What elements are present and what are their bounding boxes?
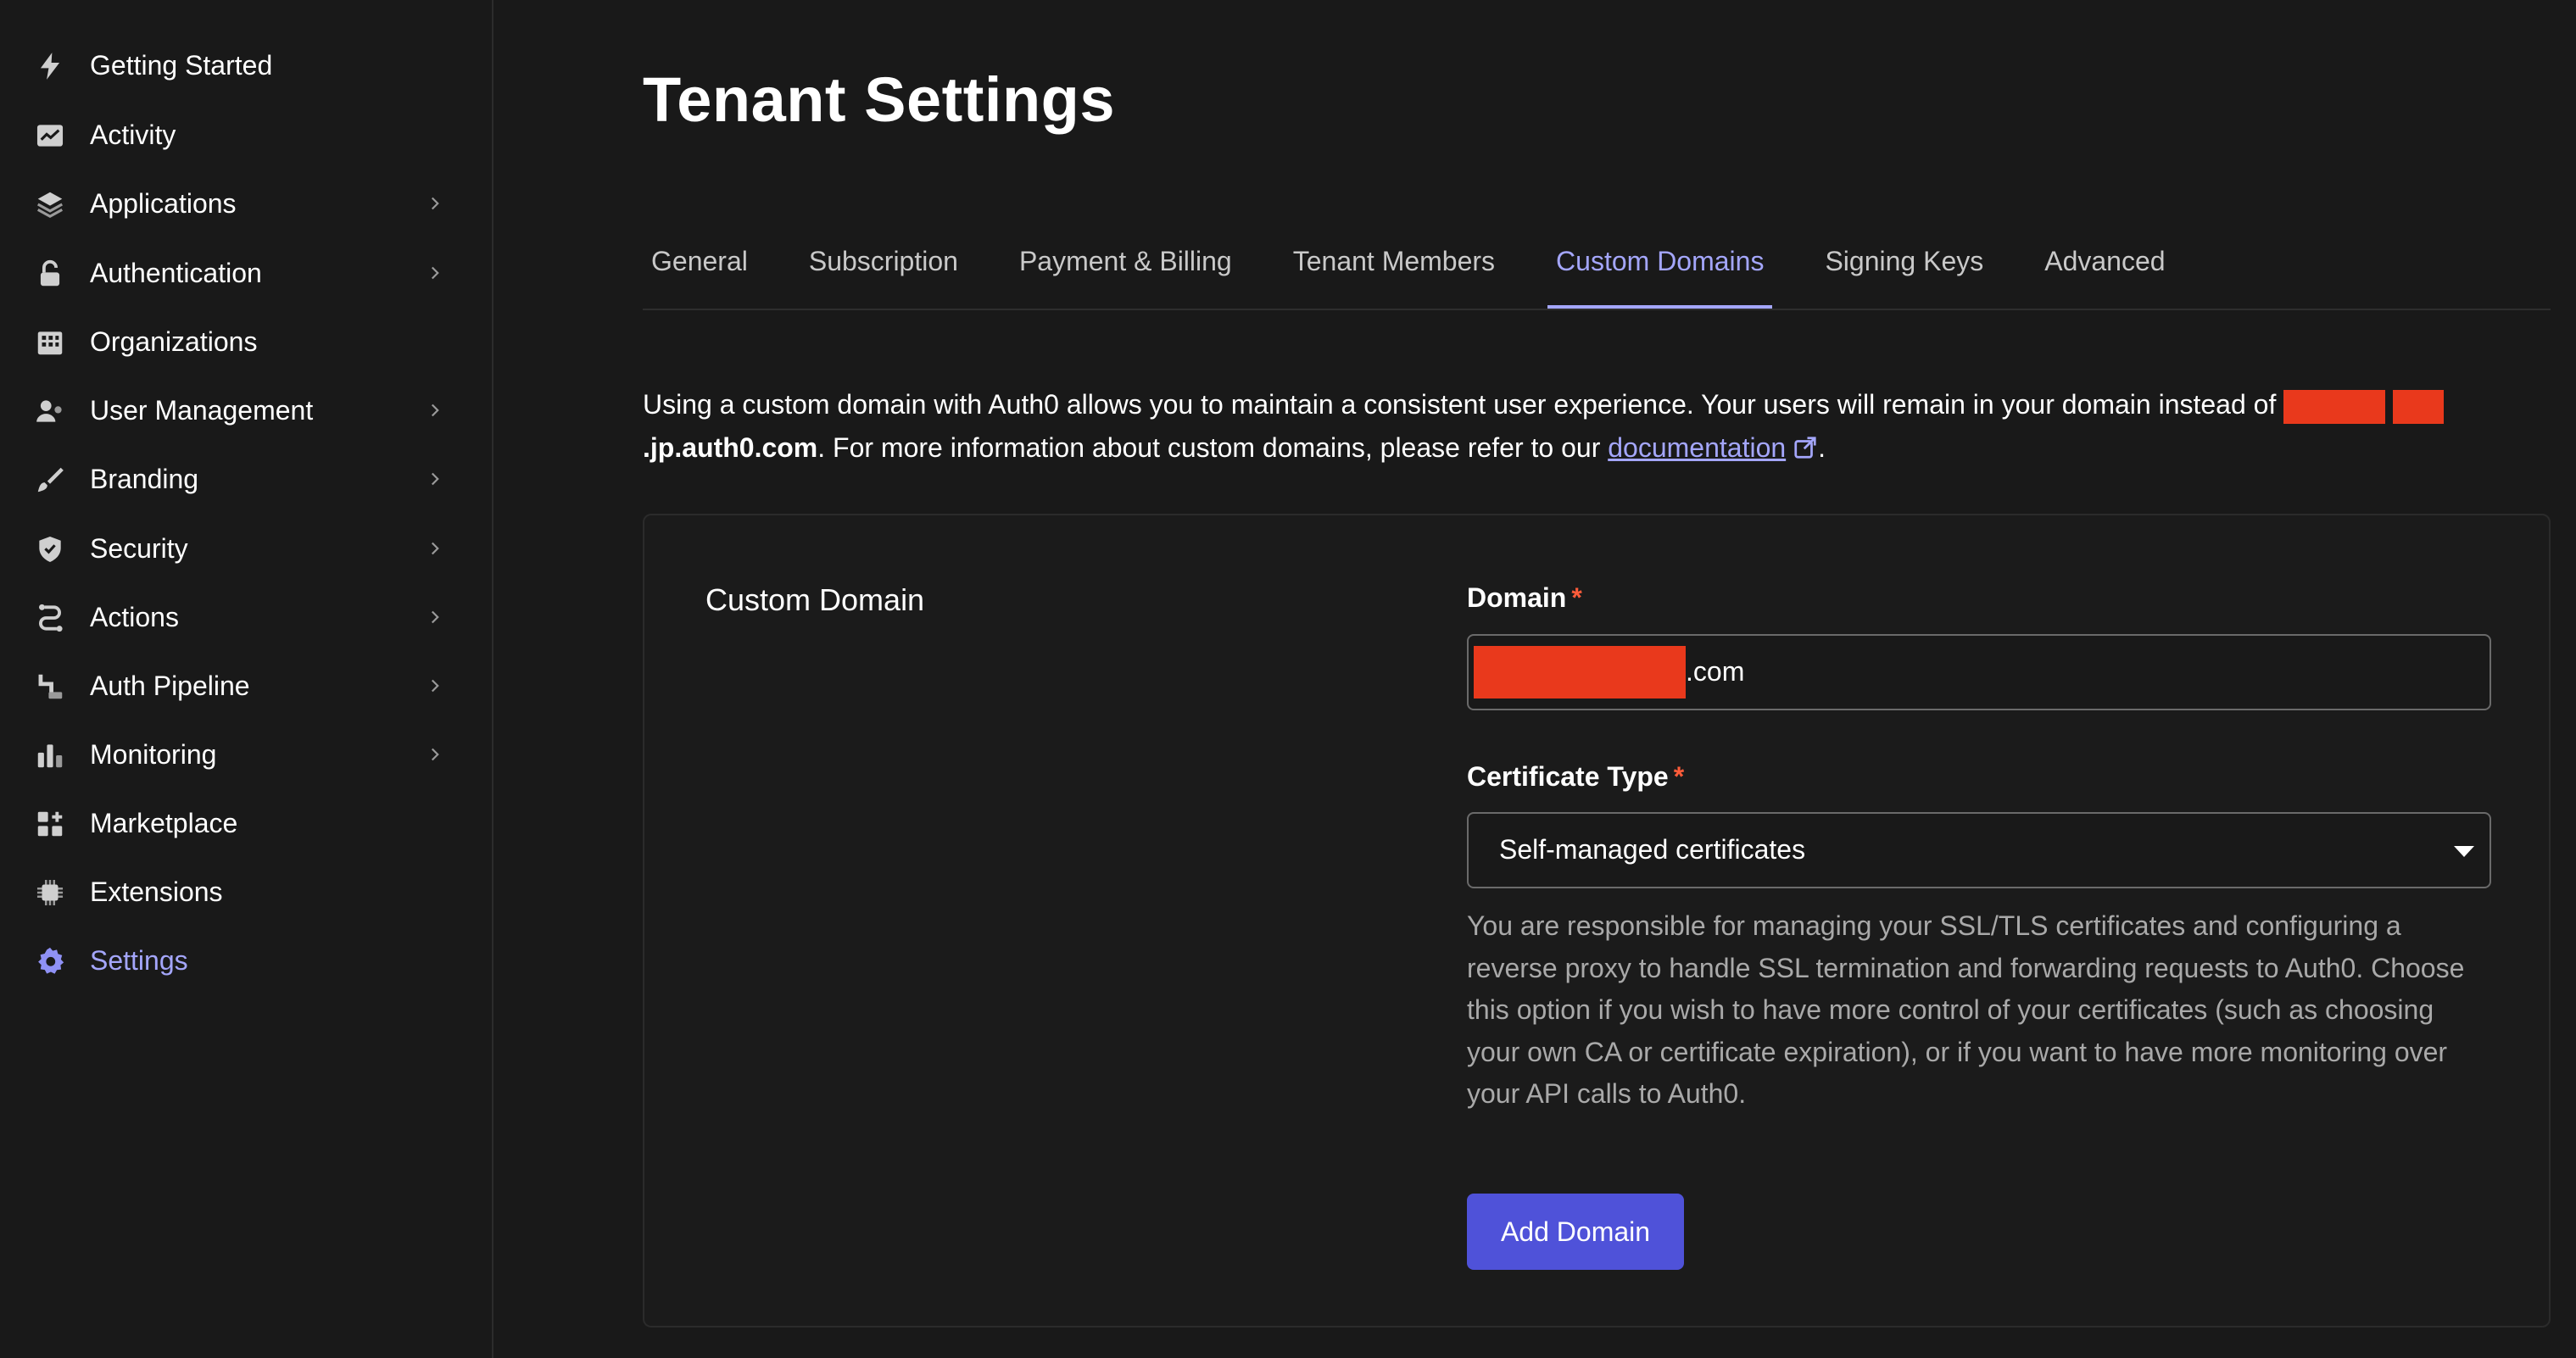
external-link-icon[interactable] <box>1793 435 1818 460</box>
certificate-type-select[interactable]: Self-managed certificates <box>1467 812 2491 888</box>
chevron-right-icon <box>431 748 439 761</box>
tab-advanced[interactable]: Advanced <box>2036 227 2173 309</box>
marketplace-grid-icon <box>34 808 66 840</box>
users-icon <box>34 395 66 427</box>
tab-payment-billing[interactable]: Payment & Billing <box>1011 227 1241 309</box>
tab-signing-keys[interactable]: Signing Keys <box>1816 227 1992 309</box>
sidebar-item-branding[interactable]: Branding <box>0 449 492 509</box>
sidebar-item-monitoring[interactable]: Monitoring <box>0 725 492 784</box>
sidebar-item-label: Marketplace <box>90 808 238 838</box>
sidebar-item-label: Settings <box>90 945 188 976</box>
main-content: Tenant Settings General Subscription Pay… <box>493 0 2576 1358</box>
sidebar-item-applications[interactable]: Applications <box>0 174 492 233</box>
sidebar-item-activity[interactable]: Activity <box>0 105 492 164</box>
tenant-domain: .jp.auth0.com <box>643 432 818 463</box>
chevron-right-icon <box>431 679 439 693</box>
sidebar-item-label: Activity <box>90 120 176 150</box>
pipeline-icon <box>34 671 66 703</box>
redacted-box <box>2283 389 2386 424</box>
custom-domain-card: Custom Domain Domain * .com Certificate T… <box>643 514 2551 1327</box>
sidebar-item-organizations[interactable]: Organizations <box>0 312 492 371</box>
domain-input[interactable]: .com <box>1467 634 2491 710</box>
domain-input-value: .com <box>1686 656 1745 687</box>
sidebar-item-settings[interactable]: Settings <box>0 931 492 990</box>
redacted-box <box>1474 646 1686 698</box>
certificate-label-text: Certificate Type <box>1467 761 1669 792</box>
bar-chart-icon <box>34 739 66 771</box>
tab-tenant-members[interactable]: Tenant Members <box>1285 227 1503 309</box>
sidebar-item-label: Authentication <box>90 258 262 288</box>
required-marker: * <box>1571 582 1582 613</box>
sidebar-item-label: Applications <box>90 188 237 219</box>
intro-text: Using a custom domain with Auth0 allows … <box>643 383 2559 470</box>
sidebar-item-security[interactable]: Security <box>0 519 492 578</box>
caret-down-icon <box>2454 846 2474 857</box>
sidebar-item-actions[interactable]: Actions <box>0 587 492 647</box>
sidebar-item-authentication[interactable]: Authentication <box>0 243 492 303</box>
layers-icon <box>34 188 66 220</box>
chevron-right-icon <box>431 610 439 624</box>
intro-text-part: Using a custom domain with Auth0 allows … <box>643 389 2284 420</box>
sidebar-item-label: Getting Started <box>90 50 273 81</box>
actions-flow-icon <box>34 602 66 634</box>
certificate-type-selected: Self-managed certificates <box>1499 834 1806 865</box>
certificate-type-field-label: Certificate Type * <box>1467 759 1684 794</box>
activity-chart-icon <box>34 120 66 152</box>
sidebar-item-extensions[interactable]: Extensions <box>0 862 492 921</box>
tab-custom-domains[interactable]: Custom Domains <box>1547 227 1773 309</box>
tab-general[interactable]: General <box>643 227 756 309</box>
bolt-icon <box>34 50 66 82</box>
required-marker: * <box>1673 761 1685 792</box>
sidebar-item-auth-pipeline[interactable]: Auth Pipeline <box>0 656 492 715</box>
chevron-right-icon <box>431 404 439 417</box>
domain-label-text: Domain <box>1467 582 1567 613</box>
chevron-right-icon <box>431 197 439 210</box>
sidebar-item-label: User Management <box>90 395 314 426</box>
sidebar-item-label: Security <box>90 533 188 564</box>
redacted-box <box>2393 389 2445 424</box>
chevron-right-icon <box>431 266 439 280</box>
chip-icon <box>34 877 66 909</box>
intro-text-part: . For more information about custom doma… <box>817 432 1609 463</box>
intro-text-part: . <box>1818 432 1826 463</box>
sidebar-item-getting-started[interactable]: Getting Started <box>0 36 492 95</box>
sidebar-item-user-management[interactable]: User Management <box>0 381 492 440</box>
tab-bar: General Subscription Payment & Billing T… <box>643 227 2551 310</box>
sidebar-item-label: Organizations <box>90 326 258 357</box>
add-domain-button[interactable]: Add Domain <box>1467 1194 1684 1270</box>
sidebar-item-label: Extensions <box>90 877 223 907</box>
shield-check-icon <box>34 533 66 565</box>
sidebar-item-label: Branding <box>90 464 199 494</box>
documentation-link[interactable]: documentation <box>1608 432 1786 463</box>
sidebar-item-marketplace[interactable]: Marketplace <box>0 793 492 853</box>
building-icon <box>34 326 66 359</box>
page-title: Tenant Settings <box>643 64 1116 135</box>
sidebar: Getting Started Activity Applications Au… <box>0 0 493 1358</box>
certificate-help-text: You are responsible for managing your SS… <box>1467 910 2465 1109</box>
sidebar-item-label: Monitoring <box>90 739 217 770</box>
chevron-right-icon <box>431 472 439 486</box>
lock-icon <box>34 258 66 290</box>
tab-subscription[interactable]: Subscription <box>800 227 967 309</box>
sidebar-item-label: Actions <box>90 602 179 632</box>
chevron-right-icon <box>431 542 439 555</box>
card-title: Custom Domain <box>705 582 925 617</box>
gear-icon <box>34 945 66 977</box>
sidebar-item-label: Auth Pipeline <box>90 671 250 701</box>
domain-field-label: Domain * <box>1467 580 1582 615</box>
brush-icon <box>34 464 66 496</box>
